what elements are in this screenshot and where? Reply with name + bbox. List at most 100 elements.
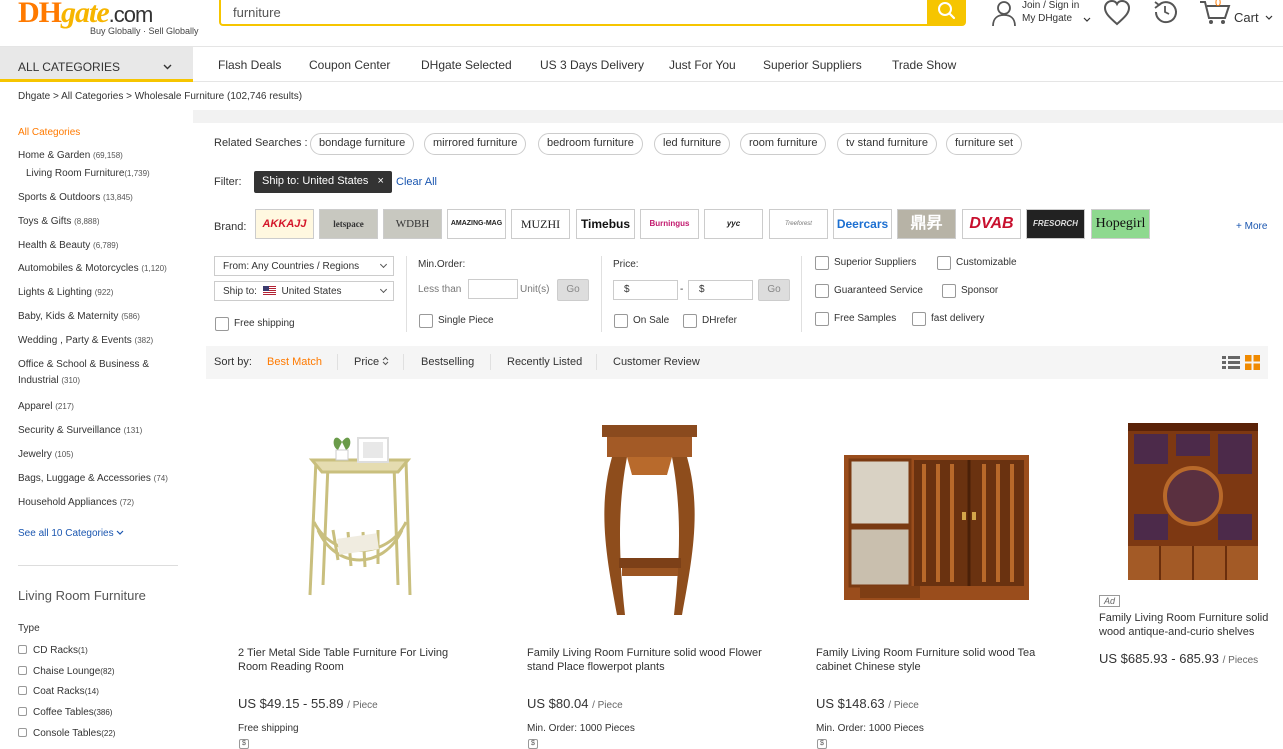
close-icon[interactable]: × <box>377 175 383 187</box>
sort-best-match[interactable]: Best Match <box>267 356 322 368</box>
product-image[interactable] <box>1120 418 1265 590</box>
more-brands-link[interactable]: + More <box>1236 221 1267 232</box>
sidebar-item-automobiles[interactable]: Automobiles & Motorcycles (1,120) <box>18 261 193 277</box>
heart-icon[interactable] <box>1102 0 1132 27</box>
type-checkbox-coat-racks[interactable]: Coat Racks(14) <box>18 686 99 697</box>
type-checkbox-console-tables[interactable]: Console Tables(22) <box>18 728 115 739</box>
ship-to-select[interactable]: Ship to: United States <box>214 281 394 301</box>
see-all-categories-link[interactable]: See all 10 Categories <box>18 528 124 539</box>
grid-view-icon[interactable] <box>1245 355 1260 370</box>
nav-trade-show[interactable]: Trade Show <box>892 58 956 72</box>
related-chip[interactable]: tv stand furniture <box>837 133 937 155</box>
product-image[interactable] <box>527 420 772 630</box>
brand-logo[interactable]: AKKAJJ <box>255 209 314 239</box>
sidebar-item-security[interactable]: Security & Surveillance (131) <box>18 423 178 439</box>
sidebar-item-office[interactable]: Office & School & Business & Industrial … <box>18 357 158 389</box>
product-title[interactable]: Family Living Room Furniture solid wood … <box>527 646 767 674</box>
sidebar-item-household-appliances[interactable]: Household Appliances (72) <box>18 495 178 511</box>
sidebar-item-wedding[interactable]: Wedding , Party & Events (382) <box>18 333 178 349</box>
product-title[interactable]: Family Living Room Furniture solid wood … <box>816 646 1056 674</box>
superior-suppliers-checkbox[interactable] <box>815 256 829 270</box>
min-order-input[interactable] <box>468 279 518 299</box>
sponsor-checkbox[interactable] <box>942 284 956 298</box>
list-view-icon[interactable] <box>1222 355 1240 370</box>
dhrefer-checkbox[interactable] <box>683 314 697 328</box>
free-shipping-checkbox[interactable] <box>215 317 229 331</box>
sidebar-item-toys-gifts[interactable]: Toys & Gifts (8,888) <box>18 214 178 230</box>
brand-logo[interactable]: MUZHI <box>511 209 570 239</box>
sort-recently-listed[interactable]: Recently Listed <box>507 356 582 368</box>
price-go-button[interactable]: Go <box>758 279 790 301</box>
sidebar-item-baby-kids[interactable]: Baby, Kids & Maternity (586) <box>18 309 178 325</box>
brand-logo[interactable]: 鼎昇 <box>897 209 956 239</box>
clear-all-link[interactable]: Clear All <box>396 176 437 188</box>
search-input[interactable] <box>233 5 913 20</box>
nav-coupon-center[interactable]: Coupon Center <box>309 58 390 72</box>
sidebar-item-bags[interactable]: Bags, Luggage & Accessories (74) <box>18 471 178 487</box>
brand-logo[interactable]: Timebus <box>576 209 635 239</box>
breadcrumb[interactable]: Dhgate > All Categories > Wholesale Furn… <box>18 91 302 102</box>
single-piece-checkbox[interactable] <box>419 314 433 328</box>
brand-logo[interactable]: yyc <box>704 209 763 239</box>
type-checkbox-coffee-tables[interactable]: Coffee Tables(386) <box>18 707 112 718</box>
customizable-checkbox[interactable] <box>937 256 951 270</box>
checkbox[interactable] <box>18 686 27 695</box>
from-region-select[interactable]: From: Any Countries / Regions <box>214 256 394 276</box>
product-title[interactable]: Family Living Room Furniture solid wood … <box>1099 611 1283 639</box>
related-chip[interactable]: furniture set <box>946 133 1023 155</box>
related-chip[interactable]: mirrored furniture <box>424 133 527 155</box>
sort-customer-review[interactable]: Customer Review <box>613 356 700 368</box>
price-max-input[interactable]: $ <box>688 280 753 300</box>
sidebar-item-apparel[interactable]: Apparel (217) <box>18 399 178 415</box>
nav-flash-deals[interactable]: Flash Deals <box>218 58 281 72</box>
related-chip[interactable]: led furniture <box>654 133 731 155</box>
sidebar-item-lights[interactable]: Lights & Lighting (922) <box>18 285 178 301</box>
all-categories-dropdown[interactable]: ALL CATEGORIES <box>0 47 193 82</box>
product-image[interactable] <box>238 420 483 630</box>
user-icon[interactable] <box>990 0 1018 27</box>
brand-logo[interactable]: WDBH <box>383 209 442 239</box>
sidebar-item-living-room-furniture[interactable]: Living Room Furniture(1,739) <box>26 166 186 182</box>
history-icon[interactable] <box>1150 0 1180 27</box>
product-title[interactable]: 2 Tier Metal Side Table Furniture For Li… <box>238 646 478 674</box>
filter-tag-ship-to[interactable]: Ship to: United States × <box>254 171 392 193</box>
product-image[interactable] <box>816 420 1061 630</box>
related-chip[interactable]: room furniture <box>740 133 827 155</box>
on-sale-checkbox[interactable] <box>614 314 628 328</box>
guaranteed-service-checkbox[interactable] <box>815 284 829 298</box>
brand-logo[interactable]: Deercars <box>833 209 892 239</box>
sidebar-all-categories[interactable]: All Categories <box>18 127 80 138</box>
nav-dhgate-selected[interactable]: DHgate Selected <box>421 58 512 72</box>
free-samples-checkbox[interactable] <box>815 312 829 326</box>
brand-logo[interactable]: DVAB <box>962 209 1021 239</box>
related-chip[interactable]: bedroom furniture <box>538 133 643 155</box>
type-checkbox-cd-racks[interactable]: CD Racks(1) <box>18 645 88 656</box>
sidebar-item-home-garden[interactable]: Home & Garden (69,158) <box>18 148 178 164</box>
cart-label[interactable]: Cart <box>1234 10 1259 25</box>
related-chip[interactable]: bondage furniture <box>310 133 415 155</box>
sort-bestselling[interactable]: Bestselling <box>421 356 474 368</box>
brand-logo[interactable]: AMAZING-MAG <box>447 209 506 239</box>
brand-logo[interactable]: Treeforest <box>769 209 828 239</box>
checkbox[interactable] <box>18 728 27 737</box>
search-button[interactable] <box>927 0 966 26</box>
checkbox[interactable] <box>18 645 27 654</box>
price-min-input[interactable]: $ <box>613 280 678 300</box>
nav-superior-suppliers[interactable]: Superior Suppliers <box>763 58 862 72</box>
brand-logo[interactable]: FRESORCH <box>1026 209 1085 239</box>
sidebar-item-sports-outdoors[interactable]: Sports & Outdoors (13,845) <box>18 190 178 206</box>
brand-logo[interactable]: letspace <box>319 209 378 239</box>
nav-us-3-days-delivery[interactable]: US 3 Days Delivery <box>540 58 644 72</box>
nav-just-for-you[interactable]: Just For You <box>669 58 736 72</box>
sort-price[interactable]: Price <box>354 356 389 368</box>
fast-delivery-checkbox[interactable] <box>912 312 926 326</box>
min-order-go-button[interactable]: Go <box>557 279 589 301</box>
checkbox[interactable] <box>18 666 27 675</box>
checkbox[interactable] <box>18 707 27 716</box>
brand-logo[interactable]: Burningus <box>640 209 699 239</box>
sidebar-item-jewelry[interactable]: Jewelry (105) <box>18 447 178 463</box>
sidebar-item-health-beauty[interactable]: Health & Beauty (6,789) <box>18 238 178 254</box>
signin-link[interactable]: Join / Sign in My DHgate <box>1022 0 1079 25</box>
type-checkbox-chaise-lounge[interactable]: Chaise Lounge(82) <box>18 666 115 677</box>
brand-logo[interactable]: Hopegirl <box>1091 209 1150 239</box>
